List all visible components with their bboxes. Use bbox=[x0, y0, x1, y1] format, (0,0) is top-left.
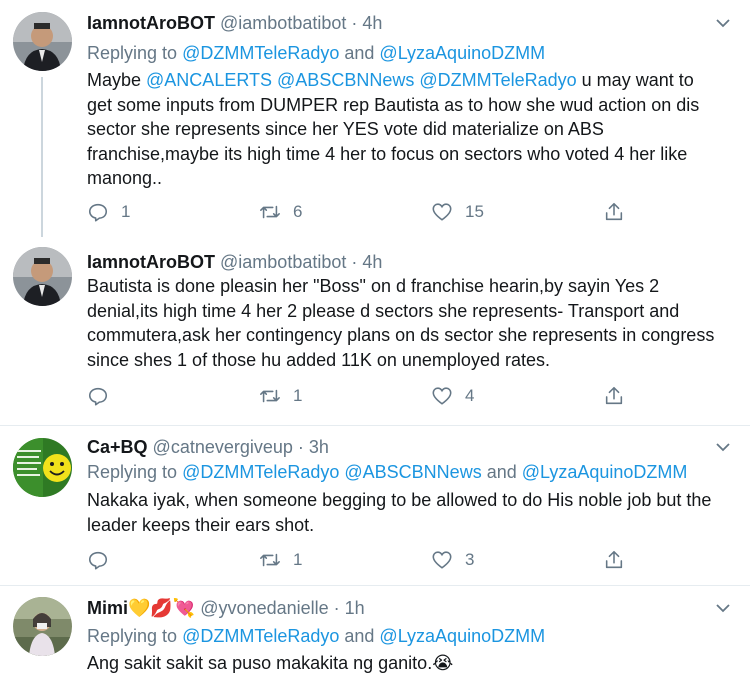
share-icon bbox=[605, 386, 623, 405]
share-button[interactable] bbox=[603, 198, 625, 226]
like-button[interactable]: 4 bbox=[431, 382, 474, 410]
user-handle[interactable]: @iambotbatibot bbox=[220, 252, 346, 272]
chevron-down-icon[interactable] bbox=[714, 438, 732, 456]
share-icon bbox=[605, 550, 623, 569]
heart-icon bbox=[432, 551, 452, 569]
avatar[interactable] bbox=[13, 247, 72, 306]
reply-button[interactable] bbox=[87, 382, 109, 410]
retweet-count: 1 bbox=[293, 550, 303, 569]
mention-link[interactable]: @DZMMTeleRadyo bbox=[419, 70, 576, 90]
timestamp[interactable]: 1h bbox=[345, 598, 365, 618]
like-count: 15 bbox=[465, 202, 484, 221]
retweet-icon bbox=[260, 553, 280, 567]
user-handle[interactable]: @yvonedanielle bbox=[200, 598, 328, 618]
mention-link[interactable]: @DZMMTeleRadyo bbox=[182, 626, 339, 646]
display-name[interactable]: Ca+BQ bbox=[87, 437, 148, 457]
reply-icon bbox=[88, 551, 108, 570]
like-button[interactable]: 15 bbox=[431, 198, 484, 226]
tweet-actions: 1 6 15 bbox=[87, 198, 647, 226]
tweet-text: Maybe @ANCALERTS @ABSCBNNews @DZMMTeleRa… bbox=[87, 70, 700, 188]
name-emoji: 💛💋💘 bbox=[128, 598, 196, 618]
retweet-icon bbox=[260, 389, 280, 403]
tweet-text: Nakaka iyak, when someone begging to be … bbox=[87, 490, 712, 535]
share-button[interactable] bbox=[603, 382, 625, 410]
mention-link[interactable]: @LyzaAquinoDZMM bbox=[379, 43, 545, 63]
mention-link[interactable]: @DZMMTeleRadyo bbox=[182, 462, 339, 482]
share-icon bbox=[605, 202, 623, 221]
retweet-button[interactable]: 1 bbox=[259, 546, 302, 574]
reply-icon bbox=[88, 387, 108, 406]
chevron-down-icon[interactable] bbox=[714, 14, 732, 32]
tweet-2[interactable]: IamnotAroBOT @iambotbatibot · 4h Bautist… bbox=[0, 243, 750, 426]
retweet-count: 6 bbox=[293, 202, 303, 221]
display-name[interactable]: IamnotAroBOT bbox=[87, 252, 215, 272]
replying-to: Replying to @DZMMTeleRadyo and @LyzaAqui… bbox=[87, 626, 546, 646]
avatar[interactable] bbox=[13, 438, 72, 497]
tweet-header: Ca+BQ @catnevergiveup · 3h bbox=[87, 437, 329, 457]
user-handle[interactable]: @catnevergiveup bbox=[153, 437, 293, 457]
replying-to: Replying to @DZMMTeleRadyo @ABSCBNNews a… bbox=[87, 462, 688, 482]
tweet-text: Bautista is done pleasin her "Boss" on d… bbox=[87, 276, 715, 370]
timestamp[interactable]: 4h bbox=[362, 13, 382, 33]
replying-to: Replying to @DZMMTeleRadyo and @LyzaAqui… bbox=[87, 43, 546, 63]
mention-link[interactable]: @LyzaAquinoDZMM bbox=[379, 626, 545, 646]
tweet-4[interactable]: Mimi💛💋💘 @yvonedanielle · 1h Replying to … bbox=[0, 586, 750, 681]
display-name[interactable]: Mimi bbox=[87, 598, 128, 618]
timestamp[interactable]: 3h bbox=[309, 437, 329, 457]
user-handle[interactable]: @iambotbatibot bbox=[220, 13, 346, 33]
mention-link[interactable]: @ABSCBNNews bbox=[277, 70, 414, 90]
mention-link[interactable]: @ANCALERTS bbox=[146, 70, 272, 90]
display-name[interactable]: IamnotAroBOT bbox=[87, 13, 215, 33]
tweet-header: Mimi💛💋💘 @yvonedanielle · 1h bbox=[87, 598, 365, 618]
retweet-button[interactable]: 6 bbox=[259, 198, 302, 226]
like-button[interactable]: 3 bbox=[431, 546, 474, 574]
retweet-count: 1 bbox=[293, 386, 303, 405]
mention-link[interactable]: @LyzaAquinoDZMM bbox=[522, 462, 688, 482]
share-button[interactable] bbox=[603, 546, 625, 574]
retweet-button[interactable]: 1 bbox=[259, 382, 302, 410]
reply-count: 1 bbox=[121, 202, 131, 221]
retweet-icon bbox=[260, 205, 280, 219]
tweet-3[interactable]: Ca+BQ @catnevergiveup · 3h Replying to @… bbox=[0, 426, 750, 586]
like-count: 3 bbox=[465, 550, 475, 569]
tweet-header: IamnotAroBOT @iambotbatibot · 4h bbox=[87, 13, 383, 33]
avatar[interactable] bbox=[13, 597, 72, 656]
like-count: 4 bbox=[465, 386, 475, 405]
mention-link[interactable]: @ABSCBNNews bbox=[344, 462, 481, 482]
mention-link[interactable]: @DZMMTeleRadyo bbox=[182, 43, 339, 63]
reply-button[interactable] bbox=[87, 546, 109, 574]
reply-icon bbox=[88, 203, 108, 222]
tweet-actions: 1 3 bbox=[87, 546, 647, 574]
heart-icon bbox=[432, 387, 452, 405]
avatar[interactable] bbox=[13, 12, 72, 71]
heart-icon bbox=[432, 203, 452, 221]
timestamp[interactable]: 4h bbox=[362, 252, 382, 272]
reply-button[interactable]: 1 bbox=[87, 198, 130, 226]
thread-line bbox=[41, 77, 43, 237]
chevron-down-icon[interactable] bbox=[714, 599, 732, 617]
tweet-actions: 1 4 bbox=[87, 382, 647, 410]
tweet-header: IamnotAroBOT @iambotbatibot · 4h bbox=[87, 252, 383, 272]
tweet-1[interactable]: IamnotAroBOT @iambotbatibot · 4h Replyin… bbox=[0, 0, 750, 243]
tweet-text: Ang sakit sakit sa puso makakita ng gani… bbox=[87, 653, 454, 673]
